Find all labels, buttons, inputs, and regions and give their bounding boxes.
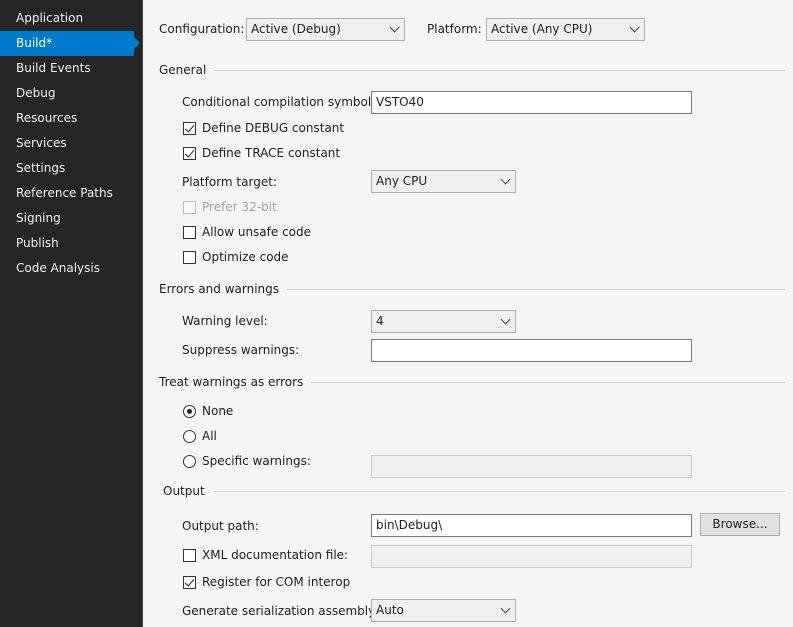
xml-doc-input[interactable]	[371, 545, 692, 568]
suppress-warnings-label: Suppress warnings:	[182, 343, 300, 357]
configuration-select[interactable]: Active (Debug)	[246, 18, 405, 41]
register-com-checkbox[interactable]	[183, 576, 196, 589]
treat-all-label: All	[202, 429, 217, 443]
platform-select[interactable]: Active (Any CPU)	[486, 18, 645, 41]
sidebar-item-resources[interactable]: Resources	[0, 106, 140, 131]
treat-none-label: None	[202, 404, 234, 418]
sidebar-nav: Application Build* Build Events Debug Re…	[0, 0, 143, 627]
output-path-value: bin\Debug\	[376, 518, 443, 532]
chevron-down-icon	[629, 22, 640, 33]
platform-label: Platform:	[427, 22, 482, 36]
allow-unsafe-checkbox[interactable]	[183, 226, 196, 239]
conditional-symbols-label: Conditional compilation symbols:	[182, 95, 382, 109]
warning-level-label: Warning level:	[182, 314, 268, 328]
optimize-code-checkbox[interactable]	[183, 251, 196, 264]
prefer-32bit-checkbox[interactable]	[183, 201, 196, 214]
platform-target-select[interactable]: Any CPU	[371, 170, 516, 193]
sidebar-item-code-analysis[interactable]: Code Analysis	[0, 256, 140, 281]
platform-target-label: Platform target:	[182, 175, 277, 189]
prefer-32bit-label: Prefer 32-bit	[202, 200, 277, 214]
sidebar-item-build[interactable]: Build*	[0, 31, 140, 56]
warning-level-value: 4	[376, 314, 384, 328]
allow-unsafe-label: Allow unsafe code	[202, 225, 312, 239]
sidebar-item-services[interactable]: Services	[0, 131, 140, 156]
configuration-value: Active (Debug)	[251, 22, 341, 36]
define-trace-checkbox[interactable]	[183, 147, 196, 160]
warning-level-select[interactable]: 4	[371, 310, 516, 333]
register-com-label: Register for COM interop	[202, 575, 351, 589]
serialization-label: Generate serialization assembly:	[182, 604, 379, 618]
platform-value: Active (Any CPU)	[491, 22, 593, 36]
sidebar-item-debug[interactable]: Debug	[0, 81, 140, 106]
chevron-down-icon	[500, 314, 511, 325]
configuration-label: Configuration:	[159, 22, 245, 36]
optimize-code-label: Optimize code	[202, 250, 289, 264]
build-properties-panel: Configuration: Active (Debug) Platform: …	[143, 0, 793, 627]
platform-target-value: Any CPU	[376, 174, 428, 188]
chevron-down-icon	[500, 603, 511, 614]
suppress-warnings-input[interactable]	[371, 339, 692, 362]
conditional-symbols-input[interactable]: VSTO40	[371, 91, 692, 114]
treat-specific-radio[interactable]	[183, 455, 196, 468]
sidebar-item-settings[interactable]: Settings	[0, 156, 140, 181]
browse-button[interactable]: Browse...	[700, 513, 780, 536]
sidebar-item-reference-paths[interactable]: Reference Paths	[0, 181, 140, 206]
specific-warnings-input[interactable]	[371, 455, 692, 478]
output-path-label: Output path:	[182, 519, 259, 533]
sidebar-item-publish[interactable]: Publish	[0, 231, 140, 256]
general-group-title: General	[159, 63, 215, 77]
output-path-input[interactable]: bin\Debug\	[371, 514, 692, 537]
chevron-down-icon	[500, 174, 511, 185]
general-divider	[159, 70, 785, 71]
treat-none-radio[interactable]	[183, 405, 196, 418]
serialization-value: Auto	[376, 603, 404, 617]
output-group-title: Output	[163, 484, 213, 498]
xml-doc-label: XML documentation file:	[202, 548, 349, 562]
output-divider	[163, 491, 785, 492]
sidebar-item-build-events[interactable]: Build Events	[0, 56, 140, 81]
errors-group-title: Errors and warnings	[159, 282, 288, 296]
treat-group-title: Treat warnings as errors	[159, 375, 312, 389]
sidebar-item-signing[interactable]: Signing	[0, 206, 140, 231]
define-trace-label: Define TRACE constant	[202, 146, 341, 160]
sidebar-item-application[interactable]: Application	[0, 6, 140, 31]
define-debug-label: Define DEBUG constant	[202, 121, 345, 135]
treat-all-radio[interactable]	[183, 430, 196, 443]
chevron-down-icon	[389, 22, 400, 33]
define-debug-checkbox[interactable]	[183, 122, 196, 135]
treat-specific-label: Specific warnings:	[202, 454, 311, 468]
serialization-select[interactable]: Auto	[371, 599, 516, 622]
conditional-symbols-value: VSTO40	[376, 95, 424, 109]
xml-doc-checkbox[interactable]	[183, 549, 196, 562]
